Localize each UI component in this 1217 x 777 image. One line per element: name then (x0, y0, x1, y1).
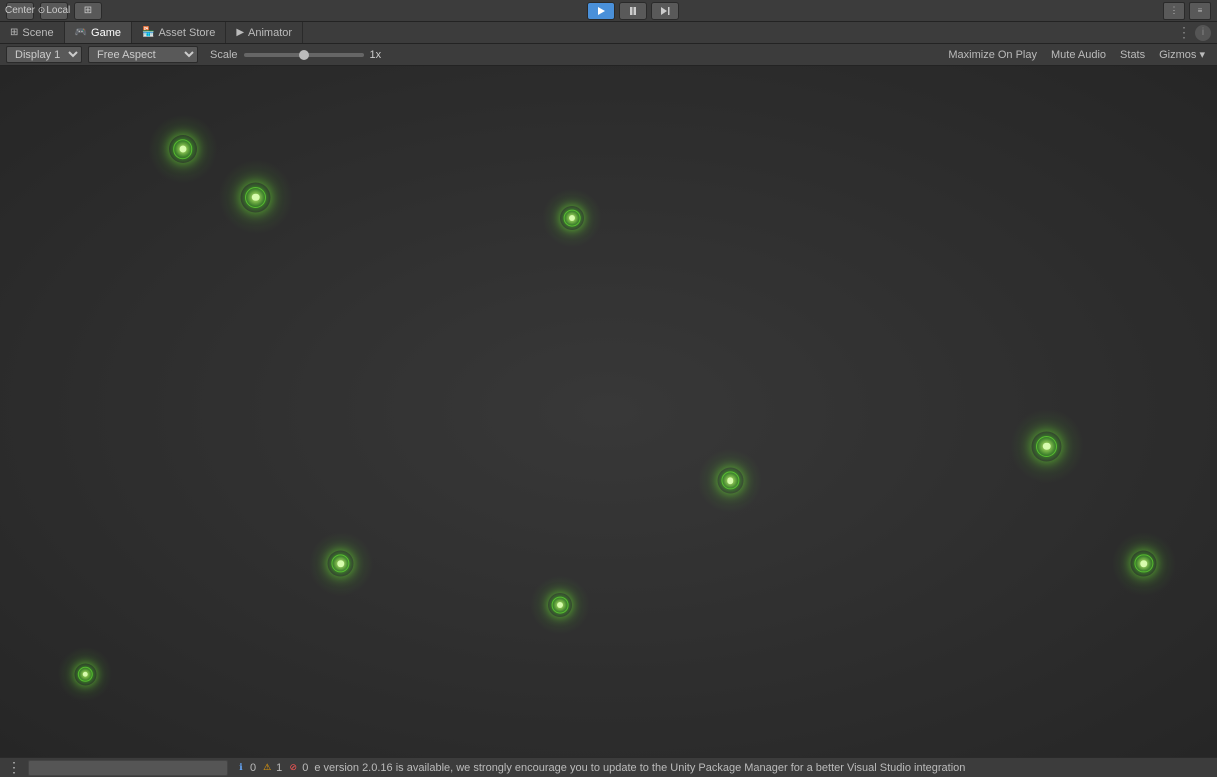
local-button[interactable]: ⊙ Local (40, 2, 68, 20)
status-menu-icon[interactable]: ⋮ (6, 759, 22, 776)
asset-store-tab-label: Asset Store (158, 27, 215, 39)
orb-6 (308, 531, 373, 596)
orb-ring (1036, 436, 1057, 457)
aspect-select[interactable]: Free Aspect (88, 46, 198, 63)
orb-ring (721, 472, 739, 490)
orb-mid-ring (1032, 431, 1062, 461)
toolbar-left: Center ⊙ Local ⊞ (6, 2, 102, 20)
toolbar-center (587, 2, 679, 20)
tab-more-icon[interactable]: ⋮ (1177, 24, 1191, 41)
orb-mid-ring (717, 468, 743, 494)
warn-badge-icon: ⚠ (260, 761, 274, 775)
mute-audio-button[interactable]: Mute Audio (1045, 47, 1112, 63)
scale-value: 1x (370, 49, 382, 61)
orb-9 (58, 647, 113, 702)
grid-button[interactable]: ⊞ (74, 2, 102, 20)
options-bar: Display 1 Free Aspect Scale 1x Maximize … (0, 44, 1217, 66)
game-tab-label: Game (91, 27, 121, 39)
tab-asset-store[interactable]: 🏪 Asset Store (132, 22, 226, 43)
orb-5 (698, 448, 763, 513)
step-icon (660, 6, 670, 16)
scale-label: Scale (210, 49, 238, 61)
info-badge: ℹ 0 (234, 761, 256, 775)
orb-1 (148, 114, 218, 184)
play-icon (596, 6, 606, 16)
local-label: Local (46, 5, 70, 16)
top-toolbar: Center ⊙ Local ⊞ ⋮ ≡ (0, 0, 1217, 22)
warn-count: 1 (276, 762, 282, 774)
gizmos-button[interactable]: Gizmos ▾ (1153, 46, 1211, 63)
local-icon: ⊙ (38, 5, 46, 16)
layers-icon: ≡ (1198, 6, 1203, 15)
orb-ring (77, 666, 92, 681)
error-badge-icon: ⊘ (286, 761, 300, 775)
orb-ring (173, 139, 193, 159)
orb-4 (1009, 409, 1084, 484)
viewport-inner (0, 66, 1217, 757)
scene-tab-icon: ⊞ (10, 27, 18, 38)
status-right: ℹ 0 ⚠ 1 ⊘ 0 (234, 761, 308, 775)
search-input[interactable] (28, 760, 228, 776)
center-button[interactable]: Center (6, 2, 34, 20)
info-badge-icon: ℹ (234, 761, 248, 775)
maximize-on-play-button[interactable]: Maximize On Play (942, 47, 1043, 63)
status-bar: ⋮ ℹ 0 ⚠ 1 ⊘ 0 e version 2.0.16 is availa… (0, 757, 1217, 777)
orb-ring (551, 597, 568, 614)
info-count: 0 (250, 762, 256, 774)
tab-bar: ⊞ Scene 🎮 Game 🏪 Asset Store ▶ Animator … (0, 22, 1217, 44)
animator-tab-label: Animator (248, 27, 292, 39)
options-right: Maximize On Play Mute Audio Stats Gizmos… (942, 46, 1211, 63)
warn-badge: ⚠ 1 (260, 761, 282, 775)
scale-slider[interactable] (244, 53, 364, 57)
gizmos-label: Gizmos (1159, 49, 1196, 61)
scene-tab-label: Scene (22, 27, 53, 39)
orb-mid-ring (241, 182, 271, 212)
asset-store-tab-icon: 🏪 (142, 27, 154, 38)
orb-2 (218, 160, 293, 235)
toolbar-right: ⋮ ≡ (1163, 2, 1211, 20)
orb-mid-ring (169, 135, 197, 163)
stats-button[interactable]: Stats (1114, 47, 1151, 63)
pause-icon (628, 6, 638, 16)
orb-3 (542, 188, 602, 248)
orb-ring (332, 554, 350, 572)
status-text: e version 2.0.16 is available, we strong… (314, 762, 1211, 774)
grid-icon: ⊞ (84, 5, 92, 16)
error-count: 0 (302, 762, 308, 774)
orb-mid-ring (1131, 551, 1157, 577)
orb-mid-ring (548, 593, 572, 617)
orb-ring (1135, 554, 1153, 572)
tab-bar-right: ⋮ i (1177, 22, 1217, 43)
orb-mid-ring (74, 663, 96, 685)
orb-mid-ring (560, 206, 584, 230)
step-button[interactable] (651, 2, 679, 20)
tab-scene[interactable]: ⊞ Scene (0, 22, 65, 43)
game-tab-icon: 🎮 (75, 27, 87, 38)
display-select[interactable]: Display 1 (6, 46, 82, 63)
orb-ring (564, 210, 581, 227)
layers-button[interactable]: ≡ (1189, 2, 1211, 20)
orb-7 (530, 575, 590, 635)
orb-8 (1111, 531, 1176, 596)
main-content: ⊞ Scene 🎮 Game 🏪 Asset Store ▶ Animator … (0, 22, 1217, 777)
tab-game[interactable]: 🎮 Game (65, 22, 132, 43)
orb-mid-ring (328, 551, 354, 577)
play-button[interactable] (587, 2, 615, 20)
more-button[interactable]: ⋮ (1163, 2, 1185, 20)
error-badge: ⊘ 0 (286, 761, 308, 775)
pause-button[interactable] (619, 2, 647, 20)
gizmos-chevron-icon: ▾ (1199, 49, 1205, 61)
center-label: Center (5, 5, 35, 16)
more-icon: ⋮ (1170, 5, 1179, 16)
viewport (0, 66, 1217, 757)
orb-ring (245, 187, 266, 208)
tab-animator[interactable]: ▶ Animator (226, 22, 303, 43)
animator-tab-icon: ▶ (236, 27, 244, 38)
info-circle-icon[interactable]: i (1195, 25, 1211, 41)
